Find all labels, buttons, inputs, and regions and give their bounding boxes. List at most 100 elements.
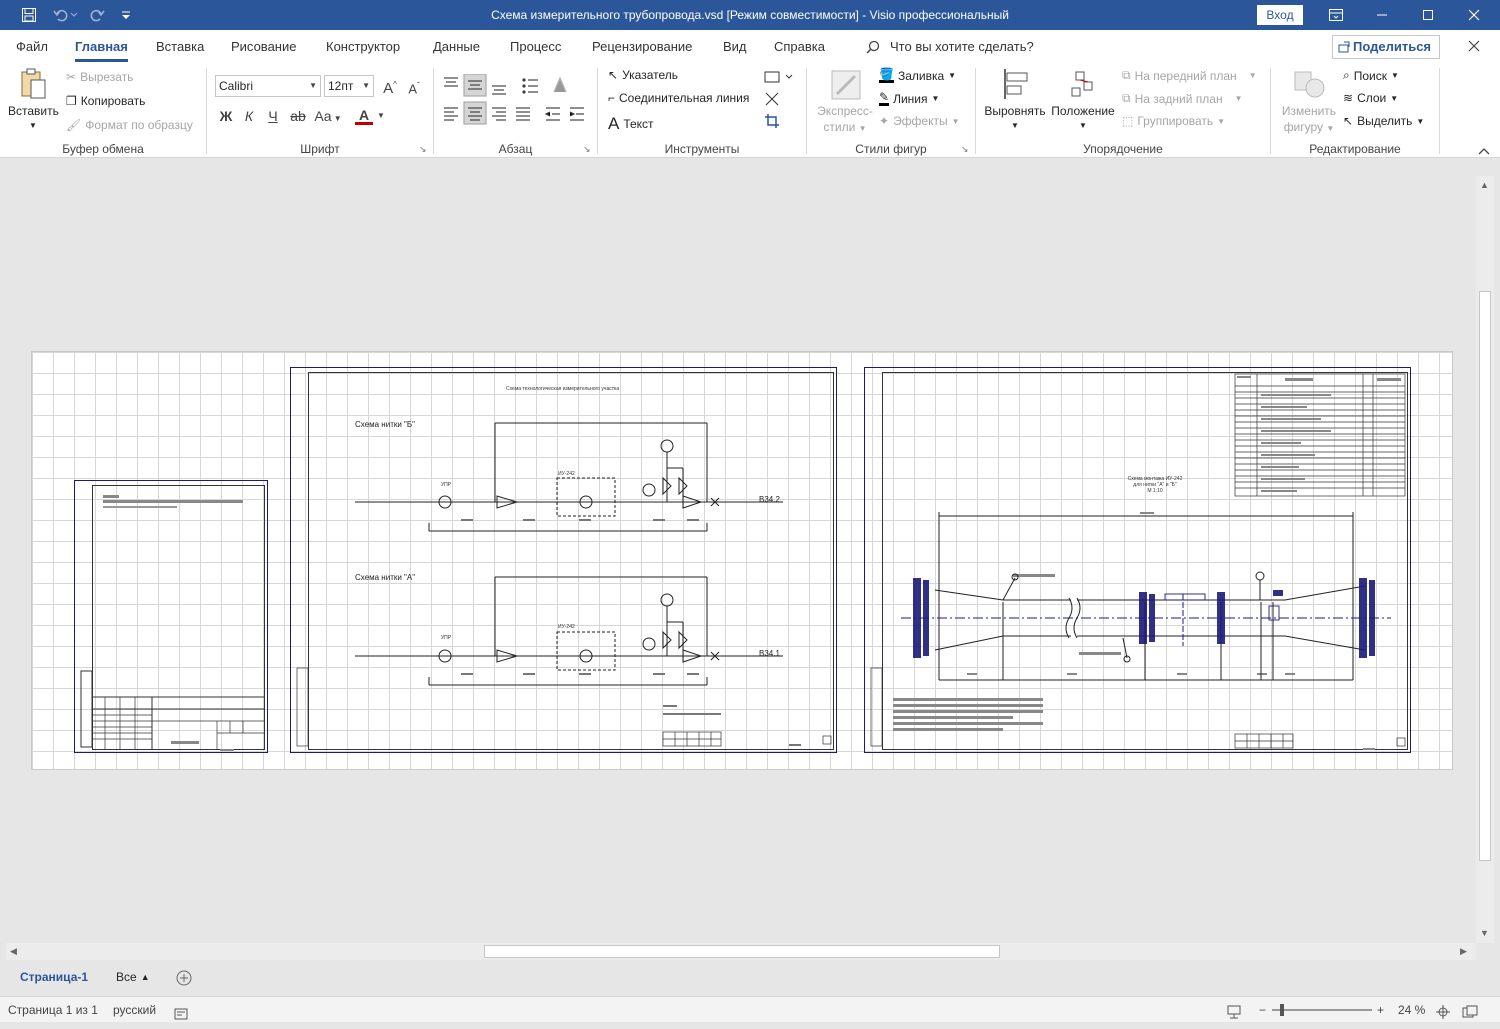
vertical-scroll-thumb[interactable] bbox=[1479, 291, 1491, 861]
sheet-technological-scheme[interactable]: Схема технологическая измерительного уча… bbox=[290, 367, 837, 753]
undo-dropdown-icon[interactable] bbox=[68, 5, 80, 25]
maximize-icon[interactable] bbox=[1405, 0, 1451, 30]
share-button[interactable]: Поделиться bbox=[1332, 35, 1440, 59]
chevron-down-icon: ▼ bbox=[1011, 121, 1019, 130]
scroll-down-icon[interactable]: ▼ bbox=[1480, 928, 1489, 938]
quick-styles-button[interactable]: Экспресс- стили ▼ bbox=[815, 68, 875, 138]
paste-dropdown-icon: ▼ bbox=[29, 121, 37, 130]
rectangle-tool-icon[interactable] bbox=[764, 70, 794, 87]
fit-page-icon[interactable] bbox=[1436, 1002, 1450, 1028]
presentation-mode-icon[interactable] bbox=[1226, 1002, 1242, 1028]
tab-home[interactable]: Главная bbox=[75, 30, 128, 64]
tab-data[interactable]: Данные bbox=[433, 30, 480, 64]
horizontal-scrollbar[interactable]: ◀ ▶ bbox=[6, 943, 1476, 960]
sheet-title-page[interactable] bbox=[74, 480, 268, 753]
group-button[interactable]: ⬚ Группировать ▼ bbox=[1122, 114, 1225, 128]
cut-button[interactable]: ✂ Вырезать bbox=[66, 70, 133, 84]
zoom-in-icon[interactable]: + bbox=[1377, 997, 1384, 1023]
bring-to-front-label: На передний план bbox=[1134, 68, 1237, 83]
add-page-icon[interactable] bbox=[176, 970, 192, 989]
sheet-mounting-scheme[interactable]: Схема монтажа ИУ-242 для нитки "А" и "Б"… bbox=[864, 367, 1411, 753]
customize-qat-icon[interactable] bbox=[115, 5, 137, 25]
collapse-ribbon-icon[interactable] bbox=[1478, 144, 1490, 158]
change-case-button[interactable]: Aa ▼ bbox=[313, 105, 343, 127]
paste-button[interactable]: Вставить ▼ bbox=[8, 66, 59, 136]
tab-insert[interactable]: Вставка bbox=[156, 30, 204, 64]
zoom-slider-thumb[interactable] bbox=[1280, 1004, 1284, 1016]
ribbon-display-options-icon[interactable] bbox=[1313, 0, 1359, 30]
font-family-select[interactable]: Calibri ▼ bbox=[215, 75, 321, 97]
save-icon[interactable] bbox=[18, 5, 40, 25]
scroll-up-icon[interactable]: ▲ bbox=[1480, 180, 1489, 190]
select-button[interactable]: ↖ Выделить ▼ bbox=[1343, 114, 1424, 128]
tab-process[interactable]: Процесс bbox=[510, 30, 561, 64]
copy-button[interactable]: ❐ Копировать bbox=[66, 94, 145, 108]
tab-help[interactable]: Справка bbox=[774, 30, 825, 64]
bold-button[interactable]: Ж bbox=[215, 105, 237, 127]
font-color-dropdown-icon[interactable]: ▼ bbox=[375, 105, 387, 127]
zoom-slider[interactable] bbox=[1272, 1009, 1372, 1011]
tab-view[interactable]: Вид bbox=[723, 30, 747, 64]
tools-group-label: Инструменты bbox=[664, 142, 740, 156]
quick-styles-icon bbox=[831, 70, 861, 100]
layers-button[interactable]: ≋ Слои ▼ bbox=[1343, 91, 1398, 105]
shape-styles-dialog-launcher-icon[interactable]: ↘ bbox=[961, 144, 971, 154]
signin-button[interactable]: Вход bbox=[1257, 5, 1303, 25]
vertical-scrollbar[interactable]: ▲ ▼ bbox=[1476, 176, 1494, 943]
page-number-status[interactable]: Страница 1 из 1 bbox=[8, 997, 98, 1023]
tell-me-box[interactable]: Что вы хотите сделать? bbox=[866, 30, 1034, 64]
close-ribbon-icon[interactable] bbox=[1467, 39, 1481, 56]
all-pages-button[interactable]: Все ▲ bbox=[116, 970, 150, 984]
decrease-indent-icon bbox=[544, 107, 560, 121]
find-button[interactable]: ⌕ Поиск ▼ bbox=[1343, 68, 1399, 83]
paragraph-dialog-launcher-icon[interactable]: ↘ bbox=[583, 144, 593, 154]
font-dialog-launcher-icon[interactable]: ↘ bbox=[419, 144, 429, 154]
crop-tool-icon[interactable] bbox=[764, 113, 780, 132]
line-button[interactable]: ✎ Линия ▼ bbox=[879, 91, 939, 106]
horizontal-scroll-thumb[interactable] bbox=[484, 945, 1000, 958]
macro-recording-icon[interactable] bbox=[174, 1003, 188, 1029]
change-shape-icon bbox=[1294, 71, 1325, 98]
language-status[interactable]: русский bbox=[113, 997, 156, 1023]
connection-point-x-icon[interactable] bbox=[764, 91, 780, 110]
font-color-button[interactable]: A bbox=[355, 105, 373, 125]
redo-icon[interactable] bbox=[86, 5, 108, 25]
page-tab-1[interactable]: Страница-1 bbox=[20, 970, 88, 984]
select-cursor-icon: ↖ bbox=[1343, 114, 1354, 128]
shrink-font-icon[interactable]: Aˇ bbox=[403, 75, 425, 97]
position-button[interactable]: Положение ▼ bbox=[1048, 66, 1118, 138]
italic-button[interactable]: К bbox=[238, 105, 260, 127]
paragraph-buttons bbox=[444, 74, 584, 125]
text-tool-button[interactable]: A Текст bbox=[608, 114, 654, 134]
scroll-left-icon[interactable]: ◀ bbox=[10, 946, 17, 957]
font-size-select[interactable]: 12пт ▼ bbox=[324, 75, 374, 97]
underline-button[interactable]: Ч bbox=[262, 105, 284, 127]
bring-to-front-button[interactable]: ⧉ На передний план ▼ bbox=[1122, 68, 1257, 83]
tab-design[interactable]: Конструктор bbox=[326, 30, 400, 64]
chevron-down-icon: ▼ bbox=[309, 81, 317, 90]
tab-file[interactable]: Файл bbox=[16, 30, 48, 64]
minimize-icon[interactable] bbox=[1359, 0, 1405, 30]
shape-styles-group-label: Стили фигур bbox=[855, 142, 927, 156]
strikethrough-button[interactable]: ab bbox=[287, 105, 309, 127]
pipeline-b bbox=[355, 422, 783, 532]
close-window-icon[interactable] bbox=[1451, 0, 1497, 30]
scroll-right-icon[interactable]: ▶ bbox=[1460, 946, 1467, 957]
connector-tool-button[interactable]: ⌐ Соединительная линия bbox=[608, 91, 749, 105]
align-shapes-button[interactable]: Выровнять ▼ bbox=[982, 66, 1048, 138]
grow-font-icon[interactable]: A^ bbox=[379, 74, 401, 97]
drawing-canvas[interactable]: Схема технологическая измерительного уча… bbox=[0, 158, 1476, 943]
tab-draw[interactable]: Рисование bbox=[231, 30, 296, 64]
zoom-out-icon[interactable]: − bbox=[1259, 997, 1266, 1023]
format-painter-button[interactable]: 🖌 Формат по образцу bbox=[66, 118, 193, 132]
tab-review[interactable]: Рецензирование bbox=[592, 30, 692, 64]
change-shape-button[interactable]: Изменить фигуру ▼ bbox=[1279, 66, 1339, 138]
text-tool-label: Текст bbox=[623, 117, 654, 131]
send-to-back-button[interactable]: ⧉ На задний план ▼ bbox=[1122, 91, 1243, 106]
zoom-level[interactable]: 24 % bbox=[1398, 997, 1425, 1023]
effects-button[interactable]: ✦ Эффекты ▼ bbox=[879, 114, 960, 128]
drawing-page[interactable]: Схема технологическая измерительного уча… bbox=[31, 351, 1453, 770]
fill-button[interactable]: 🪣 Заливка ▼ bbox=[879, 68, 956, 83]
pointer-tool-button[interactable]: ↖ Указатель bbox=[608, 68, 678, 82]
switch-windows-icon[interactable] bbox=[1462, 1002, 1478, 1028]
